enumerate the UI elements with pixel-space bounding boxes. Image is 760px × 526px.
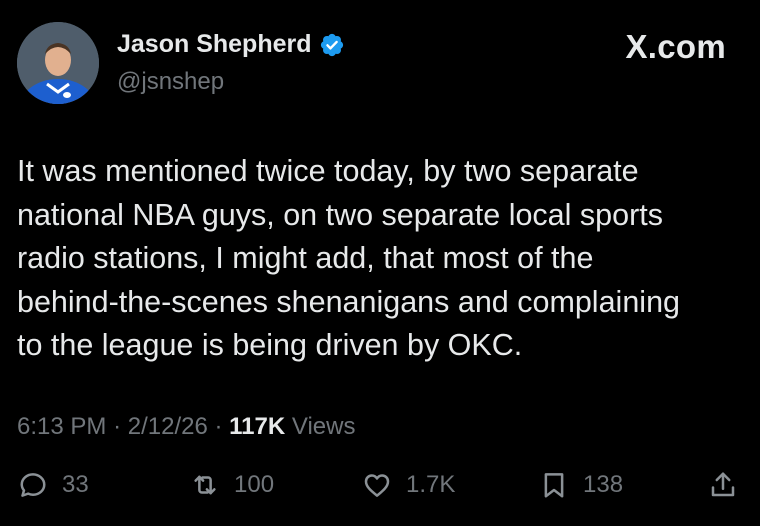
views-count: 117K [229,413,286,440]
separator: · [113,413,122,440]
tweet-text: It was mentioned twice today, by two sep… [17,150,747,368]
brand-label: X.com [625,28,726,65]
like-icon [364,474,390,497]
author-name-row[interactable]: Jason Shepherd [117,30,345,59]
repost-button[interactable]: 100 [190,470,274,500]
author-handle[interactable]: @jsnshep [117,68,224,96]
tweet-line: radio stations, I might add, that most o… [17,241,594,275]
tweet-date[interactable]: 2/12/26 [128,413,208,440]
reply-button[interactable]: 33 [18,470,89,500]
tweet-line: It was mentioned twice today, by two sep… [17,154,639,188]
like-count: 1.7K [406,471,456,498]
tweet-meta: 6:13 PM · 2/12/26 · 117K Views [17,413,355,441]
share-icon [711,472,735,497]
bookmark-count: 138 [583,471,624,498]
verified-badge-icon [320,33,343,56]
author-name[interactable]: Jason Shepherd [117,30,312,59]
share-button[interactable] [708,470,738,500]
avatar[interactable] [17,22,99,104]
repost-icon [194,475,216,495]
tweet-line: to the league is being driven by OKC. [17,328,523,362]
reply-count: 33 [62,471,89,498]
separator: · [214,413,223,440]
repost-count: 100 [234,471,275,498]
tweet-line: national NBA guys, on two separate local… [17,197,663,232]
bookmark-button[interactable]: 138 [539,470,623,500]
tweet-time[interactable]: 6:13 PM [17,413,106,440]
reply-icon [20,473,46,497]
views-label: Views [291,413,356,440]
tweet-line: behind-the-scenes shenanigans and compla… [17,284,680,319]
profile-photo [17,22,99,104]
bookmark-icon [544,473,564,498]
like-button[interactable]: 1.7K [362,470,455,500]
action-bar: 33 100 1.7K 138 [0,470,760,510]
